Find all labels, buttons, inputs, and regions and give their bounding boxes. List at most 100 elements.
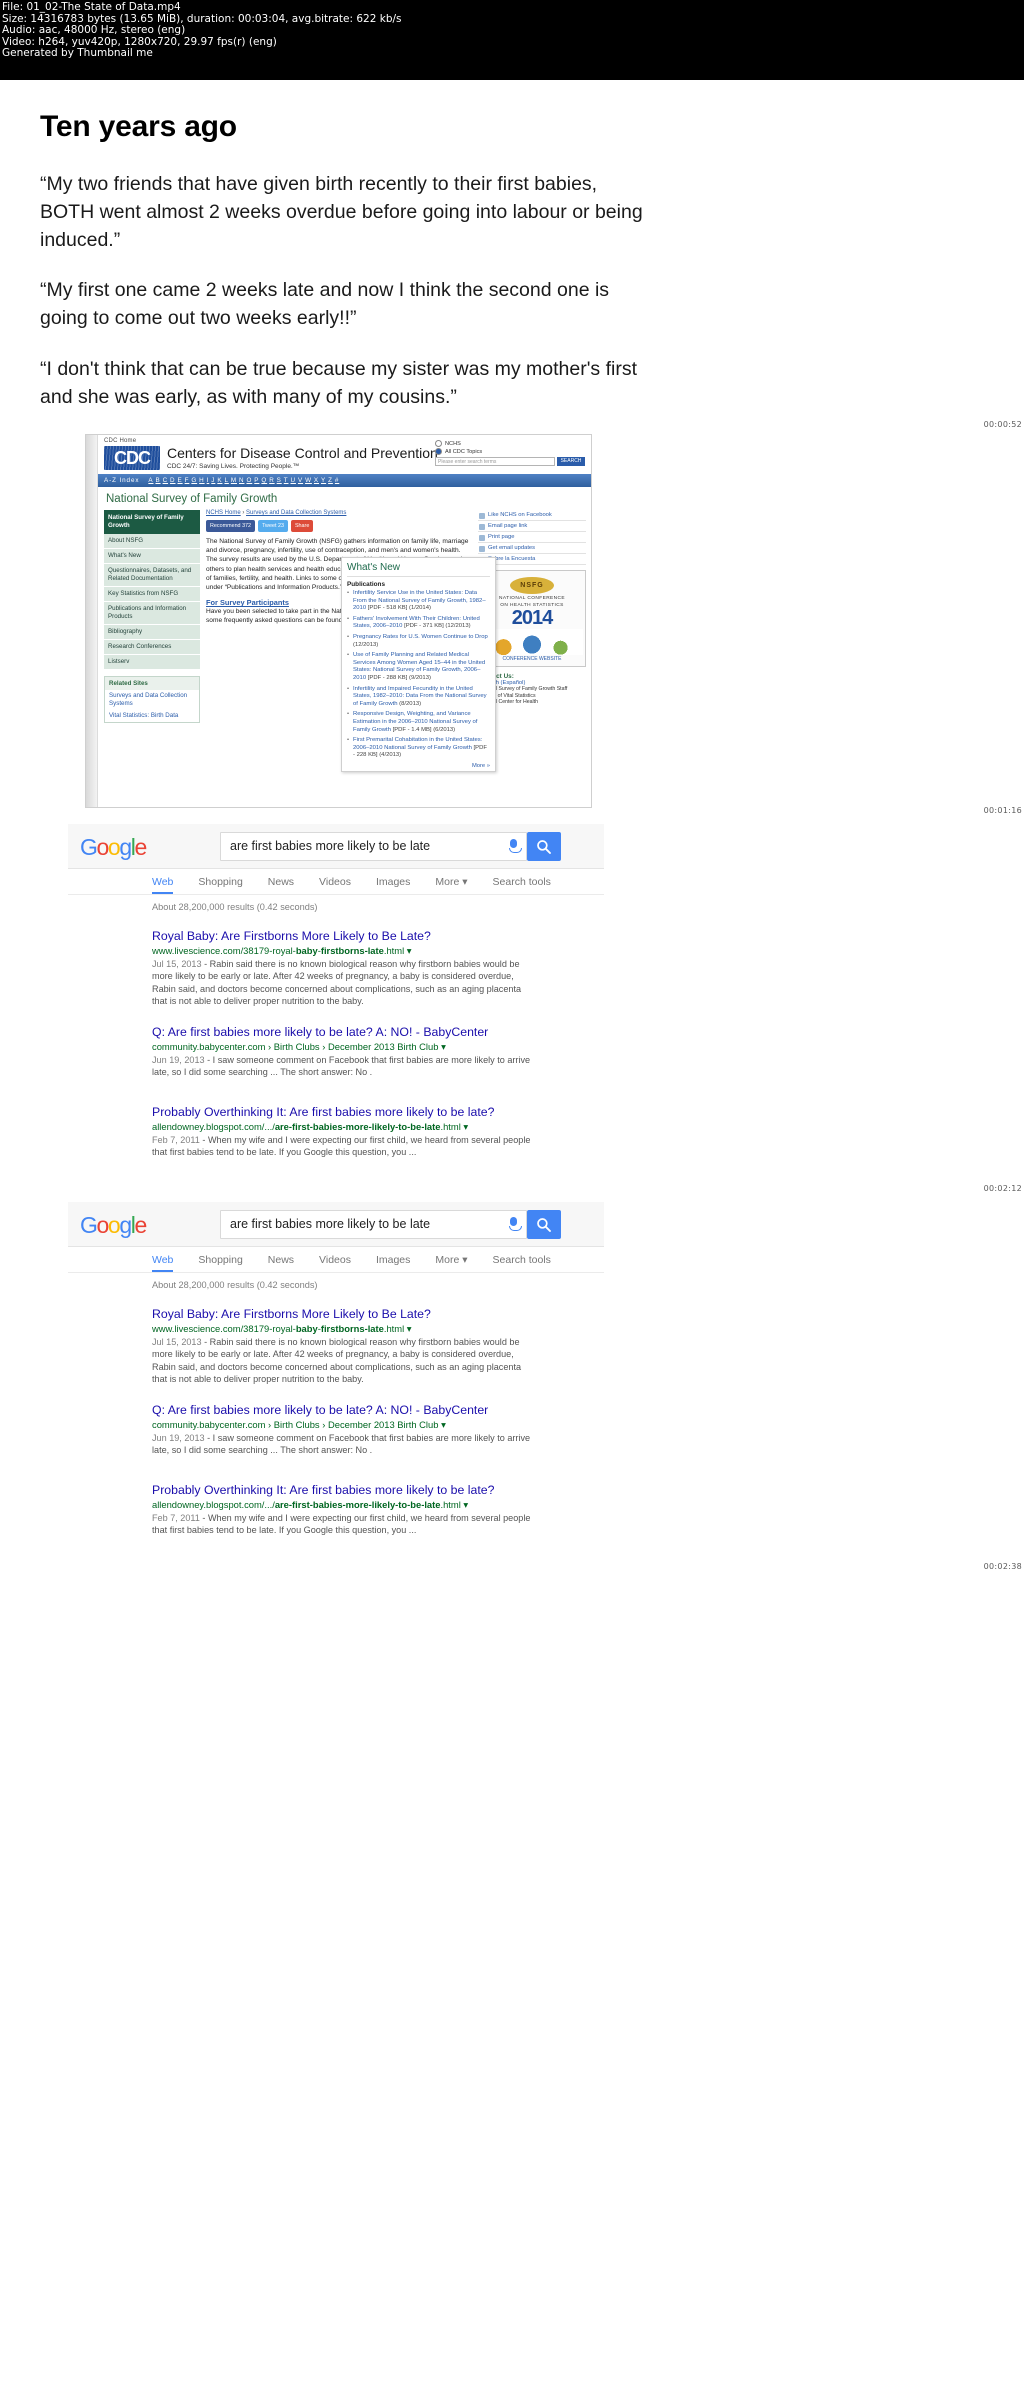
google-logo[interactable]: Google bbox=[80, 1212, 147, 1239]
tab-web[interactable]: Web bbox=[152, 876, 174, 894]
tab-news[interactable]: News bbox=[268, 1254, 294, 1272]
radio-icon bbox=[435, 448, 442, 455]
right-rail-button-1[interactable]: Email page link bbox=[478, 521, 586, 532]
az-letter-n[interactable]: N bbox=[239, 477, 244, 484]
result-title[interactable]: Royal Baby: Are Firstborns More Likely t… bbox=[152, 928, 532, 944]
search-input[interactable] bbox=[221, 1211, 485, 1238]
breadcrumb-current[interactable]: Surveys and Data Collection Systems bbox=[246, 510, 346, 516]
result-url[interactable]: www.livescience.com/38179-royal-baby-fir… bbox=[152, 944, 532, 957]
result-url[interactable]: www.livescience.com/38179-royal-baby-fir… bbox=[152, 1322, 532, 1335]
az-letter-i[interactable]: I bbox=[207, 477, 210, 484]
az-letter-t[interactable]: T bbox=[284, 477, 289, 484]
result-title[interactable]: Q: Are first babies more likely to be la… bbox=[152, 1024, 532, 1040]
az-letter-m[interactable]: M bbox=[231, 477, 237, 484]
result-url[interactable]: community.babycenter.com › Birth Clubs ›… bbox=[152, 1040, 532, 1053]
tab-search-tools[interactable]: Search tools bbox=[493, 876, 551, 894]
az-letter-d[interactable]: D bbox=[170, 477, 175, 484]
whats-new-item-3[interactable]: Use of Family Planning and Related Medic… bbox=[347, 652, 490, 682]
whats-new-item-2[interactable]: Pregnancy Rates for U.S. Women Continue … bbox=[347, 634, 490, 649]
whats-new-item-6[interactable]: First Premarital Cohabitation in the Uni… bbox=[347, 737, 490, 760]
az-letter-u[interactable]: U bbox=[291, 477, 296, 484]
tab-images[interactable]: Images bbox=[376, 1254, 410, 1272]
az-letter-h[interactable]: H bbox=[199, 477, 204, 484]
search-input[interactable] bbox=[221, 833, 485, 860]
az-letter-q[interactable]: Q bbox=[261, 477, 267, 484]
microphone-icon[interactable] bbox=[509, 839, 522, 853]
sidebar-item-4[interactable]: Publications and Information Products bbox=[104, 602, 200, 625]
az-letter-b[interactable]: B bbox=[155, 477, 160, 484]
az-letter-l[interactable]: L bbox=[224, 477, 228, 484]
search-box[interactable] bbox=[220, 832, 527, 861]
sidebar-item-5[interactable]: Bibliography bbox=[104, 625, 200, 640]
right-rail-button-2[interactable]: Print page bbox=[478, 532, 586, 543]
cdc-search-scope-nchs[interactable]: NCHS bbox=[435, 440, 585, 447]
sidebar-item-1[interactable]: What's New bbox=[104, 549, 200, 564]
sidebar-item-7[interactable]: Listserv bbox=[104, 655, 200, 670]
az-letter-j[interactable]: J bbox=[211, 477, 215, 484]
cdc-search-button[interactable]: SEARCH bbox=[557, 457, 585, 466]
az-letter-p[interactable]: P bbox=[254, 477, 259, 484]
result-url[interactable]: allendowney.blogspot.com/.../are-first-b… bbox=[152, 1120, 532, 1133]
sidebar-item-2[interactable]: Questionnaires, Datasets, and Related Do… bbox=[104, 564, 200, 587]
google-plus-share-button[interactable]: Share bbox=[290, 520, 314, 532]
az-letter-x[interactable]: X bbox=[314, 477, 319, 484]
result-title[interactable]: Q: Are first babies more likely to be la… bbox=[152, 1402, 532, 1418]
related-site-0[interactable]: Surveys and Data Collection Systems bbox=[105, 690, 199, 710]
cdc-search-scope-all[interactable]: All CDC Topics bbox=[435, 448, 585, 455]
az-letter-k[interactable]: K bbox=[217, 477, 222, 484]
tab-videos[interactable]: Videos bbox=[319, 1254, 351, 1272]
whats-new-item-0[interactable]: Infertility Service Use in the United St… bbox=[347, 590, 490, 613]
cdc-search-input[interactable]: Please enter search terms bbox=[435, 457, 555, 466]
tab-web[interactable]: Web bbox=[152, 1254, 174, 1272]
cdc-az-letters[interactable]: A B C D E F G H I J K L M N O P Q R S T U V W X Y Z # bbox=[147, 477, 340, 484]
tab-more[interactable]: More ▾ bbox=[435, 876, 467, 894]
right-rail-button-3[interactable]: Get email updates bbox=[478, 543, 586, 554]
whats-new-item-1[interactable]: Fathers' Involvement With Their Children… bbox=[347, 616, 490, 631]
microphone-icon[interactable] bbox=[509, 1217, 522, 1231]
az-letter-s[interactable]: S bbox=[277, 477, 282, 484]
az-letter-e[interactable]: E bbox=[177, 477, 182, 484]
whats-new-item-5[interactable]: Responsive Design, Weighting, and Varian… bbox=[347, 711, 490, 734]
result-title[interactable]: Royal Baby: Are Firstborns More Likely t… bbox=[152, 1306, 532, 1322]
twitter-tweet-button[interactable]: Tweet 23 bbox=[258, 520, 288, 532]
az-letter-z[interactable]: Z bbox=[328, 477, 333, 484]
whats-new-item-4[interactable]: Infertility and Impaired Fecundity in th… bbox=[347, 686, 490, 709]
result-url[interactable]: community.babycenter.com › Birth Clubs ›… bbox=[152, 1418, 532, 1431]
sidebar-item-6[interactable]: Research Conferences bbox=[104, 640, 200, 655]
right-rail-button-0[interactable]: Like NCHS on Facebook bbox=[478, 510, 586, 521]
cdc-logo[interactable]: CDC bbox=[104, 446, 160, 470]
az-letter-w[interactable]: W bbox=[305, 477, 312, 484]
az-letter-#[interactable]: # bbox=[335, 477, 339, 484]
result-title[interactable]: Probably Overthinking It: Are first babi… bbox=[152, 1482, 532, 1498]
tab-shopping[interactable]: Shopping bbox=[198, 876, 242, 894]
facebook-recommend-button[interactable]: Recommend 372 bbox=[206, 520, 256, 532]
search-button[interactable] bbox=[527, 832, 561, 861]
az-letter-r[interactable]: R bbox=[269, 477, 274, 484]
az-letter-a[interactable]: A bbox=[148, 477, 153, 484]
az-letter-v[interactable]: V bbox=[298, 477, 303, 484]
conference-website-link[interactable]: CONFERENCE WEBSITE bbox=[481, 656, 583, 662]
search-box[interactable] bbox=[220, 1210, 527, 1239]
result-title[interactable]: Probably Overthinking It: Are first babi… bbox=[152, 1104, 532, 1120]
result-url[interactable]: allendowney.blogspot.com/.../are-first-b… bbox=[152, 1498, 532, 1511]
tab-search-tools[interactable]: Search tools bbox=[493, 1254, 551, 1272]
az-letter-f[interactable]: F bbox=[185, 477, 190, 484]
whats-new-more-link[interactable]: More » bbox=[347, 763, 490, 769]
tab-shopping[interactable]: Shopping bbox=[198, 1254, 242, 1272]
az-letter-y[interactable]: Y bbox=[321, 477, 326, 484]
az-letter-o[interactable]: O bbox=[246, 477, 252, 484]
tab-images[interactable]: Images bbox=[376, 876, 410, 894]
related-site-1[interactable]: Vital Statistics: Birth Data bbox=[105, 710, 199, 722]
browser-scroll-gutter[interactable] bbox=[86, 435, 98, 807]
az-letter-c[interactable]: C bbox=[163, 477, 168, 484]
tab-more[interactable]: More ▾ bbox=[435, 1254, 467, 1272]
sidebar-item-0[interactable]: About NSFG bbox=[104, 534, 200, 549]
az-letter-g[interactable]: G bbox=[191, 477, 197, 484]
sidebar-item-3[interactable]: Key Statistics from NSFG bbox=[104, 587, 200, 602]
tab-news[interactable]: News bbox=[268, 876, 294, 894]
breadcrumb-home[interactable]: NCHS Home bbox=[206, 510, 241, 516]
google-tabs: Web Shopping News Videos Images More ▾ Search … bbox=[152, 876, 551, 894]
tab-videos[interactable]: Videos bbox=[319, 876, 351, 894]
search-button[interactable] bbox=[527, 1210, 561, 1239]
google-logo[interactable]: Google bbox=[80, 834, 147, 861]
